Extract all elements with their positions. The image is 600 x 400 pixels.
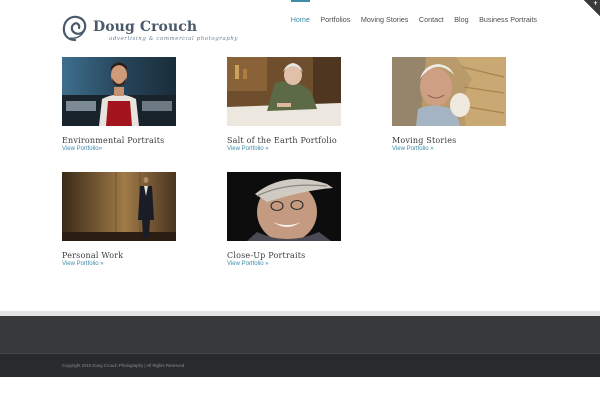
- view-portfolio-link[interactable]: View Portfolio »: [227, 146, 341, 152]
- portfolio-thumbnail[interactable]: [62, 57, 176, 126]
- main-nav: Home Portfolios Moving Stories Contact B…: [280, 0, 537, 40]
- brand-name: Doug Crouch: [93, 19, 198, 35]
- nav-item-contact[interactable]: Contact: [419, 0, 444, 40]
- portfolio-thumbnail[interactable]: [227, 172, 341, 241]
- elderly-woman-writing-photo: [227, 57, 341, 126]
- man-in-suit-photo: [62, 172, 176, 241]
- footer-bottom-bar: Copyright 2015 Doug Crouch Photography |…: [0, 353, 600, 377]
- view-portfolio-link[interactable]: View Portfolio »: [62, 261, 176, 267]
- portfolio-thumbnail[interactable]: [62, 172, 176, 241]
- corner-toggle-button[interactable]: +: [584, 0, 600, 16]
- man-in-cap-photo: [227, 172, 341, 241]
- site-logo[interactable]: Doug Crouch advertising & commercial pho…: [62, 14, 242, 46]
- portfolio-thumbnail[interactable]: [227, 57, 341, 126]
- portfolio-title: Moving Stories: [392, 136, 457, 145]
- portfolio-item-environmental: Environmental Portraits View Portfolio»: [62, 57, 176, 152]
- nav-item-home[interactable]: Home: [290, 0, 311, 40]
- nav-item-portfolios[interactable]: Portfolios: [320, 0, 350, 40]
- view-portfolio-link[interactable]: View Portfolio»: [62, 146, 176, 152]
- footer-widgets-area: [0, 316, 600, 353]
- nav-item-moving-stories[interactable]: Moving Stories: [361, 0, 409, 40]
- copyright-text: Copyright 2015 Doug Crouch Photography |…: [62, 363, 185, 368]
- plus-icon: +: [592, 0, 598, 7]
- portfolio-title: Personal Work: [62, 251, 124, 260]
- portfolio-title: Close-Up Portraits: [227, 251, 306, 260]
- portfolio-item-moving-stories: Moving Stories View Portfolio »: [392, 57, 506, 152]
- portfolio-item-close-up: Close-Up Portraits View Portfolio »: [227, 172, 341, 267]
- swirl-logo-icon: [62, 15, 87, 42]
- portfolio-title: Environmental Portraits: [62, 136, 165, 145]
- nav-item-business-portraits[interactable]: Business Portraits: [479, 0, 537, 40]
- man-with-hay-photo: [392, 57, 506, 126]
- portfolio-title: Salt of the Earth Portfolio: [227, 136, 337, 145]
- portfolio-thumbnail[interactable]: [392, 57, 506, 126]
- brand-tagline: advertising & commercial photography: [109, 36, 239, 42]
- view-portfolio-link[interactable]: View Portfolio »: [227, 261, 341, 267]
- nav-item-blog[interactable]: Blog: [454, 0, 468, 40]
- portfolio-item-personal-work: Personal Work View Portfolio »: [62, 172, 176, 267]
- portfolio-item-salt-of-the-earth: Salt of the Earth Portfolio View Portfol…: [227, 57, 341, 152]
- view-portfolio-link[interactable]: View Portfolio »: [392, 146, 506, 152]
- butcher-photo: [62, 57, 176, 126]
